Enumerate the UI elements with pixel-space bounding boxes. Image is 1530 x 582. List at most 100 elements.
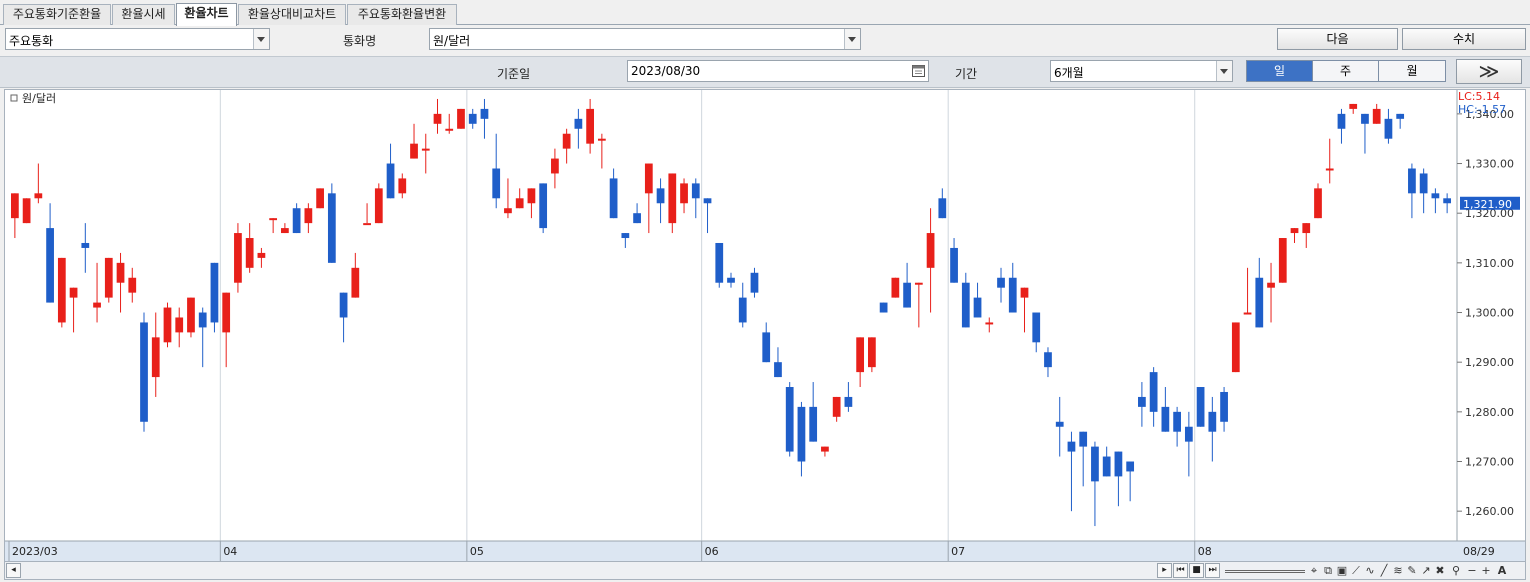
candle-body	[257, 252, 266, 258]
price-tick-label: 1,290.00	[1465, 356, 1514, 369]
chevron-down-icon[interactable]	[844, 29, 860, 49]
candle	[46, 203, 54, 303]
text-tool-icon[interactable]: A	[1495, 564, 1509, 578]
candle	[1173, 406, 1181, 447]
tab-major-currency-rates[interactable]: 주요통화기준환율	[3, 4, 111, 25]
candle-body	[1126, 461, 1135, 472]
line-tool-icon[interactable]: ╱	[1377, 564, 1391, 578]
candle-body	[1325, 168, 1334, 171]
period-value: 6개월	[1054, 66, 1084, 80]
candle	[245, 223, 254, 273]
candle	[821, 446, 829, 457]
candle	[574, 108, 583, 149]
candle-body	[832, 396, 841, 417]
candle-body	[93, 302, 101, 308]
chevron-down-icon[interactable]	[253, 29, 269, 49]
trash-icon[interactable]: ✖	[1433, 564, 1447, 578]
candle	[1079, 431, 1088, 487]
candle-body	[1032, 312, 1041, 343]
candle-body	[468, 113, 477, 124]
candle	[1184, 411, 1193, 477]
scroll-end-icon[interactable]: ⏭	[1205, 563, 1220, 578]
candle-body	[691, 183, 700, 199]
candle-body	[374, 188, 383, 224]
period-week-button[interactable]: 주	[1312, 60, 1379, 82]
pen-icon[interactable]: ✎	[1405, 564, 1419, 578]
candle	[386, 143, 395, 199]
candle	[1055, 396, 1064, 457]
fib-icon[interactable]: ≋	[1391, 564, 1405, 578]
crosshair-icon[interactable]: ⌖	[1307, 564, 1321, 578]
candle	[34, 163, 43, 204]
candlestick-chart[interactable]: 1,260.00 1,270.00 1,280.00 1,290.00 1,300.00…	[5, 90, 1525, 561]
currency-group-select[interactable]: 주요통화	[5, 28, 270, 50]
candle-body	[1020, 287, 1029, 298]
zoom-icon[interactable]: ⚲	[1449, 564, 1463, 578]
next-button[interactable]: 다음	[1277, 28, 1398, 50]
price-tick-label: 1,280.00	[1465, 406, 1514, 419]
candle-body	[1114, 451, 1123, 477]
copy-icon[interactable]: ⧉	[1321, 564, 1335, 578]
candles	[10, 98, 1452, 527]
candle	[57, 257, 66, 328]
calendar-icon[interactable]	[911, 63, 926, 78]
candle	[504, 178, 512, 219]
scroll-right-icon[interactable]: ▸	[1157, 563, 1172, 578]
window-icon[interactable]: ▣	[1335, 564, 1349, 578]
forward-button[interactable]: ≫	[1456, 59, 1522, 84]
candle-body	[1091, 446, 1099, 482]
candle-body	[1443, 198, 1452, 204]
tab-currency-converter[interactable]: 주요통화환율변환	[347, 4, 457, 25]
candle	[104, 257, 113, 303]
scroll-left-icon[interactable]: ◂	[6, 563, 21, 578]
candle	[515, 188, 524, 209]
candle	[1231, 322, 1240, 373]
arrow-tool-icon[interactable]: ↗	[1419, 564, 1433, 578]
tab-exchange-chart[interactable]: 환율차트	[176, 3, 237, 26]
candle	[1408, 163, 1416, 219]
chart-scrollbar[interactable]: ◂ ▸ ⏮ ■ ⏭ ⌖ ⧉ ▣ ⟋ ∿ ╱ ≋ ✎ ↗ ✖ ⚲ − + A	[4, 561, 1526, 580]
draw-icon[interactable]: ∿	[1363, 564, 1377, 578]
candle	[351, 252, 360, 298]
zoom-track[interactable]	[1225, 570, 1305, 573]
candle-body	[1290, 228, 1299, 234]
candle	[175, 307, 184, 348]
chart-grid	[219, 90, 1196, 541]
candle	[1325, 138, 1334, 184]
candle-body	[198, 312, 207, 328]
period-month-button[interactable]: 월	[1378, 60, 1446, 82]
candle	[1349, 103, 1358, 114]
currency-name-select[interactable]: 원/달러	[429, 28, 861, 50]
candle-body	[457, 108, 465, 129]
candle-body	[574, 118, 583, 129]
candle	[644, 163, 653, 234]
trend-line-icon[interactable]: ⟋	[1349, 564, 1363, 578]
period-day-button[interactable]: 일	[1246, 60, 1313, 82]
candle-body	[774, 362, 782, 378]
candle	[691, 178, 700, 219]
candle-body	[1408, 168, 1416, 194]
candle	[1008, 262, 1017, 313]
chevron-down-icon[interactable]	[1216, 61, 1232, 81]
tab-exchange-quotes[interactable]: 환율시세	[112, 4, 175, 25]
base-date-input[interactable]: 2023/08/30	[627, 60, 929, 82]
candle-body	[1184, 426, 1193, 442]
candle-body	[926, 233, 935, 268]
candle-body	[421, 148, 430, 151]
numeric-button[interactable]: 수치	[1402, 28, 1526, 50]
candle	[762, 322, 771, 363]
candle	[844, 382, 853, 412]
candle	[140, 312, 148, 432]
period-select[interactable]: 6개월	[1050, 60, 1233, 82]
zoom-out-icon[interactable]: −	[1465, 564, 1479, 578]
scroll-start-icon[interactable]: ⏮	[1173, 563, 1188, 578]
zoom-in-icon[interactable]: +	[1479, 564, 1493, 578]
candle-body	[797, 406, 806, 462]
candle	[809, 382, 818, 442]
tab-relative-compare-chart[interactable]: 환율상대비교차트	[238, 4, 346, 25]
stop-icon[interactable]: ■	[1189, 563, 1204, 578]
candle	[198, 307, 207, 368]
candle	[10, 193, 19, 239]
candle-body	[727, 277, 735, 283]
candle-body	[163, 307, 172, 343]
